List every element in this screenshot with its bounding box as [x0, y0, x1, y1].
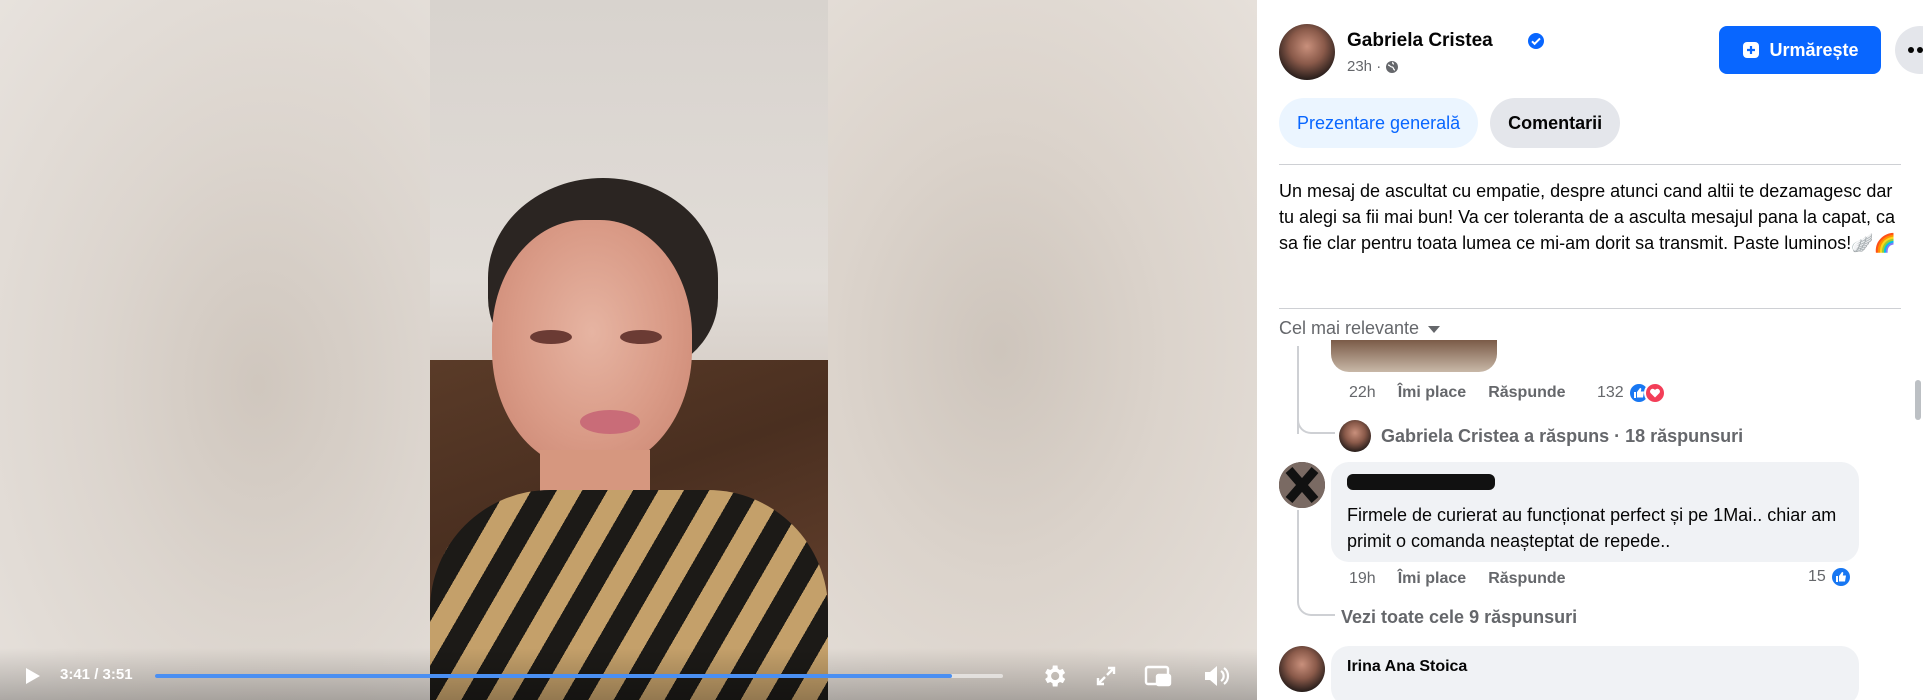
picture-in-picture-button[interactable]: [1140, 658, 1176, 694]
sort-label: Cel mai relevante: [1279, 318, 1420, 338]
author-reply-summary[interactable]: Gabriela Cristea a răspuns · 18 răspunsu…: [1339, 420, 1743, 452]
progress-bar[interactable]: [155, 674, 1003, 678]
post-time[interactable]: 23h ·: [1347, 58, 1381, 75]
reply-summary-text: Gabriela Cristea a răspuns · 18 răspunsu…: [1381, 425, 1744, 446]
play-icon: [26, 668, 40, 684]
comment-time[interactable]: 19h: [1349, 570, 1376, 588]
like-action[interactable]: Îmi place: [1398, 570, 1466, 588]
commenter-name-redacted[interactable]: [1347, 474, 1495, 490]
commenter-avatar[interactable]: [1279, 462, 1325, 508]
play-button[interactable]: [16, 660, 48, 692]
commenter-avatar[interactable]: [1279, 646, 1325, 692]
comment-reactions[interactable]: 15: [1808, 566, 1852, 588]
comment-actions: 22h Îmi place Răspunde: [1349, 384, 1588, 402]
reply-author-avatar: [1339, 420, 1371, 452]
gear-icon: [1045, 665, 1066, 687]
comments-scrollbar[interactable]: [1915, 380, 1921, 420]
divider: [1279, 308, 1901, 309]
love-reaction-icon: [1643, 382, 1666, 404]
comment-bubble: Irina Ana Stoica: [1331, 646, 1859, 700]
comment-image-attachment[interactable]: [1331, 340, 1497, 372]
commenter-name[interactable]: Irina Ana Stoica: [1347, 658, 1843, 676]
more-options-icon: [1908, 47, 1923, 53]
comment-time[interactable]: 22h: [1349, 384, 1376, 402]
video-player[interactable]: 3:41 / 3:51: [0, 0, 1257, 700]
reply-action[interactable]: Răspunde: [1488, 384, 1565, 402]
fullscreen-button[interactable]: [1088, 658, 1124, 694]
author-avatar[interactable]: [1279, 24, 1335, 80]
follow-plus-icon: [1743, 42, 1760, 58]
follow-button[interactable]: Urmărește: [1719, 26, 1881, 74]
avatar-image: [1279, 462, 1325, 508]
like-action[interactable]: Îmi place: [1398, 384, 1466, 402]
comment-text: Firmele de curierat au funcționat perfec…: [1347, 505, 1837, 551]
fullscreen-icon: [1096, 666, 1116, 686]
post-header: Gabriela Cristea 23h · Urmărește: [1279, 22, 1923, 84]
progress-fill: [155, 674, 953, 678]
more-options-button[interactable]: [1895, 26, 1923, 74]
comment-sort-dropdown[interactable]: Cel mai relevante: [1279, 318, 1441, 339]
globe-icon: [1386, 60, 1399, 73]
follow-label: Urmărește: [1769, 39, 1859, 60]
like-reaction-icon: [1829, 566, 1852, 588]
settings-button[interactable]: [1036, 658, 1072, 694]
thread-connector: [1297, 580, 1335, 616]
comment-bubble: Firmele de curierat au funcționat perfec…: [1331, 462, 1859, 562]
caret-down-icon: [1428, 325, 1441, 333]
volume-button[interactable]: [1198, 658, 1234, 694]
verified-badge-icon: [1528, 33, 1544, 49]
video-blur-background-right: [828, 0, 1257, 700]
tab-comments[interactable]: Comentarii: [1490, 98, 1621, 148]
author-name[interactable]: Gabriela Cristea: [1347, 30, 1493, 52]
video-frame: [430, 0, 828, 700]
view-all-replies-link[interactable]: Vezi toate cele 9 răspunsuri: [1341, 607, 1577, 628]
post-panel: Gabriela Cristea 23h · Urmărește Prezent…: [1257, 0, 1923, 700]
time-readout: 3:41 / 3:51: [60, 666, 133, 683]
volume-icon: [1205, 666, 1230, 686]
divider: [1279, 164, 1901, 165]
reaction-count: 132: [1597, 384, 1624, 401]
reply-action[interactable]: Răspunde: [1488, 570, 1565, 588]
tab-overview[interactable]: Prezentare generală: [1279, 98, 1479, 148]
thread-connector: [1297, 400, 1335, 434]
post-meta: 23h ·: [1347, 58, 1399, 75]
post-caption: Un mesaj de ascultat cu empatie, despre …: [1279, 181, 1897, 253]
picture-in-picture-icon: [1144, 665, 1172, 687]
post-tabs: Prezentare generală Comentarii: [1279, 98, 1621, 148]
comment-actions: 19h Îmi place Răspunde: [1349, 570, 1588, 588]
reaction-count: 15: [1808, 568, 1826, 585]
video-controls: 3:41 / 3:51: [0, 648, 1257, 700]
video-blur-background-left: [0, 0, 430, 700]
comment-reactions[interactable]: 132: [1597, 382, 1666, 404]
